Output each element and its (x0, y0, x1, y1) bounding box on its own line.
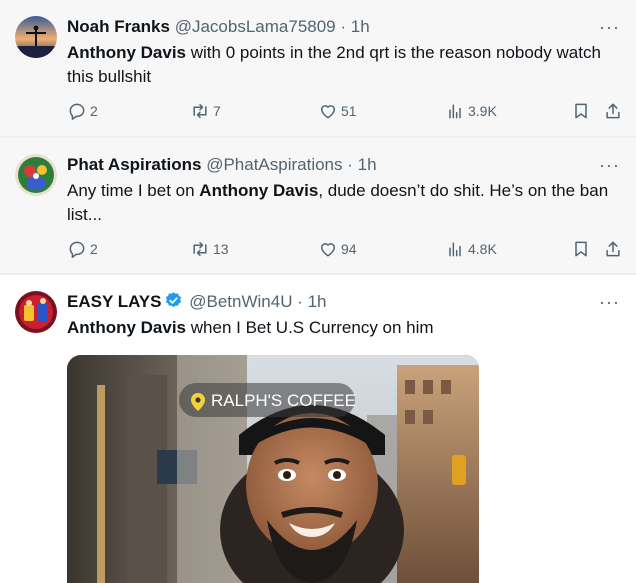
author-handle[interactable]: @JacobsLama75809 (175, 17, 336, 36)
like-count: 51 (341, 103, 357, 119)
bookmark-button[interactable] (571, 101, 591, 121)
tweet-text: Anthony Davis when I Bet U.S Currency on… (67, 316, 627, 340)
tweet-header: EASY LAYS @BetnWin4U · 1h (67, 291, 327, 313)
like-button[interactable]: 94 (318, 239, 357, 259)
like-button[interactable]: 51 (318, 101, 357, 121)
tweet-header: Phat Aspirations @PhatAspirations · 1h (67, 154, 377, 176)
timestamp[interactable]: 1h (351, 17, 370, 36)
tweet-text-part: when I Bet U.S Currency on him (186, 318, 434, 337)
share-button[interactable] (603, 239, 623, 259)
author-handle[interactable]: @PhatAspirations (206, 155, 342, 174)
views-button[interactable]: 3.9K (445, 101, 497, 121)
repost-button[interactable]: 13 (190, 239, 229, 259)
views-count: 4.8K (468, 241, 497, 257)
tweet-text-bold: Anthony Davis (199, 181, 319, 200)
views-icon (449, 242, 461, 257)
like-icon (321, 105, 335, 119)
separator: · (342, 155, 358, 174)
repost-count: 7 (213, 103, 221, 119)
bookmark-button[interactable] (571, 239, 591, 259)
tweet-video[interactable]: RALPH'S COFFEE (67, 355, 479, 583)
tweet-text-bold: Anthony Davis (67, 43, 187, 62)
reply-icon (69, 241, 85, 258)
tweet[interactable]: EASY LAYS @BetnWin4U · 1h ··· Anthony Da… (0, 275, 636, 583)
tweet-feed: Noah Franks @JacobsLama75809 · 1h ··· An… (0, 0, 636, 583)
author-name[interactable]: Noah Franks (67, 17, 170, 36)
reply-icon (69, 103, 85, 120)
verified-badge-icon (165, 292, 181, 308)
tweet-text-part: Any time I bet on (67, 181, 200, 200)
repost-button[interactable]: 7 (190, 101, 221, 121)
reply-count: 2 (90, 103, 98, 119)
repost-count: 13 (213, 241, 229, 257)
tweet-text: Anthony Davis with 0 points in the 2nd q… (67, 41, 627, 89)
avatar[interactable] (15, 16, 57, 58)
share-icon (606, 103, 620, 119)
author-name[interactable]: Phat Aspirations (67, 155, 201, 174)
action-bar: 2 13 94 4.8K (67, 239, 623, 263)
bookmark-icon (575, 241, 587, 257)
views-button[interactable]: 4.8K (445, 239, 497, 259)
tweet[interactable]: Phat Aspirations @PhatAspirations · 1h ·… (0, 138, 636, 275)
share-icon (606, 241, 620, 257)
action-bar: 2 7 51 3.9K (67, 101, 623, 125)
reply-count: 2 (90, 241, 98, 257)
timestamp[interactable]: 1h (308, 292, 327, 311)
tweet-text-bold: Anthony Davis (67, 318, 187, 337)
tweet[interactable]: Noah Franks @JacobsLama75809 · 1h ··· An… (0, 0, 636, 138)
share-button[interactable] (603, 101, 623, 121)
bookmark-icon (575, 103, 587, 119)
reply-button[interactable]: 2 (67, 239, 98, 259)
repost-icon (193, 242, 207, 256)
separator: · (292, 292, 308, 311)
author-name[interactable]: EASY LAYS (67, 292, 162, 311)
views-icon (449, 104, 461, 119)
author-handle[interactable]: @BetnWin4U (189, 292, 292, 311)
avatar[interactable] (15, 291, 57, 333)
location-label: RALPH'S COFFEE (211, 391, 356, 410)
video-frame: RALPH'S COFFEE (67, 355, 479, 583)
reply-button[interactable]: 2 (67, 101, 98, 121)
tweet-header: Noah Franks @JacobsLama75809 · 1h (67, 16, 370, 38)
timestamp[interactable]: 1h (358, 155, 377, 174)
more-options-button[interactable]: ··· (599, 293, 620, 311)
like-count: 94 (341, 241, 357, 257)
avatar[interactable] (15, 154, 57, 196)
separator: · (335, 17, 351, 36)
like-icon (321, 243, 335, 257)
more-options-button[interactable]: ··· (599, 18, 620, 36)
views-count: 3.9K (468, 103, 497, 119)
more-options-button[interactable]: ··· (599, 156, 620, 174)
tweet-text: Any time I bet on Anthony Davis, dude do… (67, 179, 627, 227)
repost-icon (193, 104, 207, 118)
